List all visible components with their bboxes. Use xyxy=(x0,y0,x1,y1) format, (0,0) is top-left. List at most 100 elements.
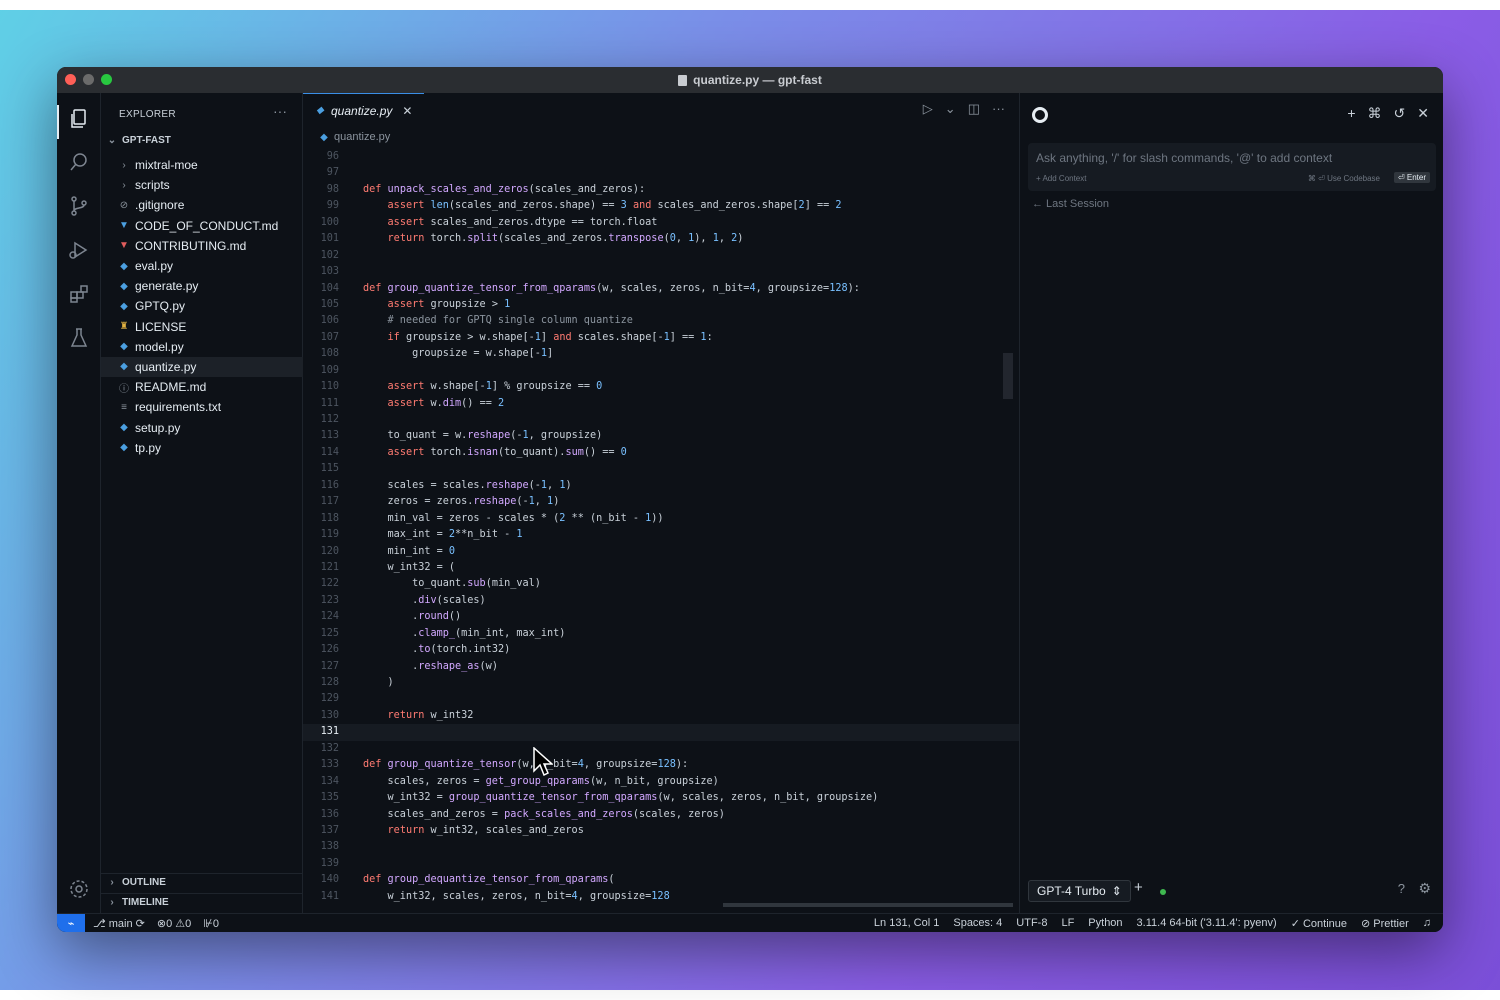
tree-item[interactable]: › mixtral-moe xyxy=(101,155,303,175)
code-line[interactable]: 132 xyxy=(303,741,1019,757)
tree-item[interactable]: ◆ GPTQ.py xyxy=(101,296,303,316)
code-line[interactable]: 112 xyxy=(303,412,1019,428)
code-line[interactable]: 122 to_quant.sub(min_val) xyxy=(303,576,1019,592)
code-line[interactable]: 111 assert w.dim() == 2 xyxy=(303,396,1019,412)
code-line[interactable]: 137 return w_int32, scales_and_zeros xyxy=(303,823,1019,839)
help-icon[interactable]: ? xyxy=(1398,881,1405,896)
prettier-status[interactable]: ⊘ Prettier xyxy=(1361,917,1409,930)
tree-item[interactable]: ◆ tp.py xyxy=(101,438,303,458)
folder-header[interactable]: ⌄ GPT-FAST xyxy=(101,131,303,149)
code-line[interactable]: 100 assert scales_and_zeros.dtype == tor… xyxy=(303,215,1019,231)
run-debug-icon[interactable] xyxy=(67,238,91,262)
tree-item[interactable]: ◆ eval.py xyxy=(101,256,303,276)
code-line[interactable]: 96 xyxy=(303,149,1019,165)
tree-item[interactable]: ⊘ .gitignore xyxy=(101,195,303,215)
more-actions-icon[interactable]: ··· xyxy=(992,101,1005,117)
cursor-position[interactable]: Ln 131, Col 1 xyxy=(874,917,939,929)
code-line[interactable]: 134 scales, zeros = get_group_qparams(w,… xyxy=(303,774,1019,790)
run-dropdown-icon[interactable]: ⌄ xyxy=(945,101,956,117)
code-line[interactable]: 107 if groupsize > w.shape[-1] and scale… xyxy=(303,330,1019,346)
history-icon[interactable]: ↺ xyxy=(1394,105,1406,122)
source-control-icon[interactable] xyxy=(67,194,91,218)
problems-indicator[interactable]: ⊗0 ⚠0 xyxy=(157,917,191,930)
code-line[interactable]: 102 xyxy=(303,248,1019,264)
code-line[interactable]: 109 xyxy=(303,363,1019,379)
indentation[interactable]: Spaces: 4 xyxy=(953,917,1002,929)
chat-input[interactable]: Ask anything, '/' for slash commands, '@… xyxy=(1028,143,1436,191)
code-line[interactable]: 127 .reshape_as(w) xyxy=(303,659,1019,675)
explorer-icon[interactable] xyxy=(67,107,91,131)
code-line[interactable]: 116 scales = scales.reshape(-1, 1) xyxy=(303,478,1019,494)
model-select[interactable]: GPT-4 Turbo ⇕ xyxy=(1028,880,1131,902)
language-mode[interactable]: Python xyxy=(1088,917,1122,929)
tree-item[interactable]: ◆ quantize.py xyxy=(101,356,303,378)
search-icon[interactable] xyxy=(67,150,91,174)
add-model-icon[interactable]: + xyxy=(1134,879,1143,896)
split-editor-icon[interactable]: ◫ xyxy=(968,101,980,117)
code-line[interactable]: 128 ) xyxy=(303,675,1019,691)
code-line[interactable]: 98 def unpack_scales_and_zeros(scales_and… xyxy=(303,182,1019,198)
code-line[interactable]: 97 xyxy=(303,165,1019,181)
add-context-button[interactable]: + Add Context xyxy=(1036,174,1086,183)
code-view[interactable]: 96 97 98 def unpack_scales_and_zeros(scales… xyxy=(303,149,1019,905)
code-line[interactable]: 133 def group_quantize_tensor(w, n_bit=4,… xyxy=(303,757,1019,773)
timeline-section[interactable]: › TIMELINE xyxy=(101,893,303,911)
tree-item[interactable]: ◆ generate.py xyxy=(101,276,303,296)
code-line[interactable]: 103 xyxy=(303,264,1019,280)
chat-settings-icon[interactable]: ⚙ xyxy=(1418,880,1431,897)
close-window-button[interactable] xyxy=(65,74,76,85)
code-line[interactable]: 136 scales_and_zeros = pack_scales_and_z… xyxy=(303,807,1019,823)
code-line[interactable]: 106 # needed for GPTQ single column quan… xyxy=(303,313,1019,329)
code-line[interactable]: 104 def group_quantize_tensor_from_qparam… xyxy=(303,281,1019,297)
run-file-icon[interactable]: ▷ xyxy=(923,101,933,117)
code-line[interactable]: 120 min_int = 0 xyxy=(303,544,1019,560)
code-line[interactable]: 131 xyxy=(303,724,1019,741)
close-panel-icon[interactable]: ✕ xyxy=(1417,105,1429,122)
breadcrumb[interactable]: ◆ quantize.py xyxy=(319,131,390,143)
tree-item[interactable]: ▼ CODE_OF_CONDUCT.md xyxy=(101,216,303,236)
tree-item[interactable]: ⓘ README.md xyxy=(101,377,303,397)
code-line[interactable]: 130 return w_int32 xyxy=(303,708,1019,724)
code-line[interactable]: 105 assert groupsize > 1 xyxy=(303,297,1019,313)
tree-item[interactable]: ◆ setup.py xyxy=(101,417,303,437)
explorer-more-icon[interactable]: ··· xyxy=(273,103,287,119)
tree-item[interactable]: ♜ LICENSE xyxy=(101,317,303,337)
code-line[interactable]: 139 xyxy=(303,856,1019,872)
code-line[interactable]: 115 xyxy=(303,461,1019,477)
horizontal-scrollbar[interactable] xyxy=(723,903,1013,907)
encoding[interactable]: UTF-8 xyxy=(1016,917,1047,929)
code-line[interactable]: 121 w_int32 = ( xyxy=(303,560,1019,576)
code-line[interactable]: 119 max_int = 2**n_bit - 1 xyxy=(303,527,1019,543)
tree-item[interactable]: ◆ model.py xyxy=(101,337,303,357)
last-session-link[interactable]: ← Last Session xyxy=(1032,198,1109,210)
tree-item[interactable]: › scripts xyxy=(101,175,303,195)
code-line[interactable]: 113 to_quant = w.reshape(-1, groupsize) xyxy=(303,428,1019,444)
continue-status[interactable]: ✓ Continue xyxy=(1291,917,1347,930)
minimize-window-button[interactable] xyxy=(83,74,94,85)
extensions-icon[interactable] xyxy=(67,282,91,306)
notifications-bell-icon[interactable]: ♫ xyxy=(1423,917,1431,929)
line-endings[interactable]: LF xyxy=(1061,917,1074,929)
close-tab-icon[interactable]: ✕ xyxy=(402,104,412,118)
code-line[interactable]: 118 min_val = zeros - scales * (2 ** (n_… xyxy=(303,511,1019,527)
tree-item[interactable]: ≡ requirements.txt xyxy=(101,397,303,417)
code-line[interactable]: 114 assert torch.isnan(to_quant).sum() =… xyxy=(303,445,1019,461)
testing-icon[interactable] xyxy=(67,326,91,350)
fullscreen-icon[interactable]: ⌘ xyxy=(1368,105,1382,122)
code-line[interactable]: 140 def group_dequantize_tensor_from_qpar… xyxy=(303,872,1019,888)
new-session-icon[interactable]: + xyxy=(1347,105,1355,122)
code-line[interactable]: 99 assert len(scales_and_zeros.shape) ==… xyxy=(303,198,1019,214)
code-line[interactable]: 129 xyxy=(303,691,1019,707)
code-line[interactable]: 124 .round() xyxy=(303,609,1019,625)
enter-button[interactable]: ⏎ Enter xyxy=(1393,172,1430,183)
branch-indicator[interactable]: ⎇ main ⟳ xyxy=(93,917,145,930)
code-line[interactable]: 110 assert w.shape[-1] % groupsize == 0 xyxy=(303,379,1019,395)
code-line[interactable]: 126 .to(torch.int32) xyxy=(303,642,1019,658)
scrollbar-thumb[interactable] xyxy=(1003,353,1013,399)
outline-section[interactable]: › OUTLINE xyxy=(101,873,303,891)
code-line[interactable]: 108 groupsize = w.shape[-1] xyxy=(303,346,1019,362)
tree-item[interactable]: ▼ CONTRIBUTING.md xyxy=(101,236,303,256)
settings-gear-icon[interactable] xyxy=(67,877,91,901)
code-line[interactable]: 135 w_int32 = group_quantize_tensor_from… xyxy=(303,790,1019,806)
code-line[interactable]: 125 .clamp_(min_int, max_int) xyxy=(303,626,1019,642)
